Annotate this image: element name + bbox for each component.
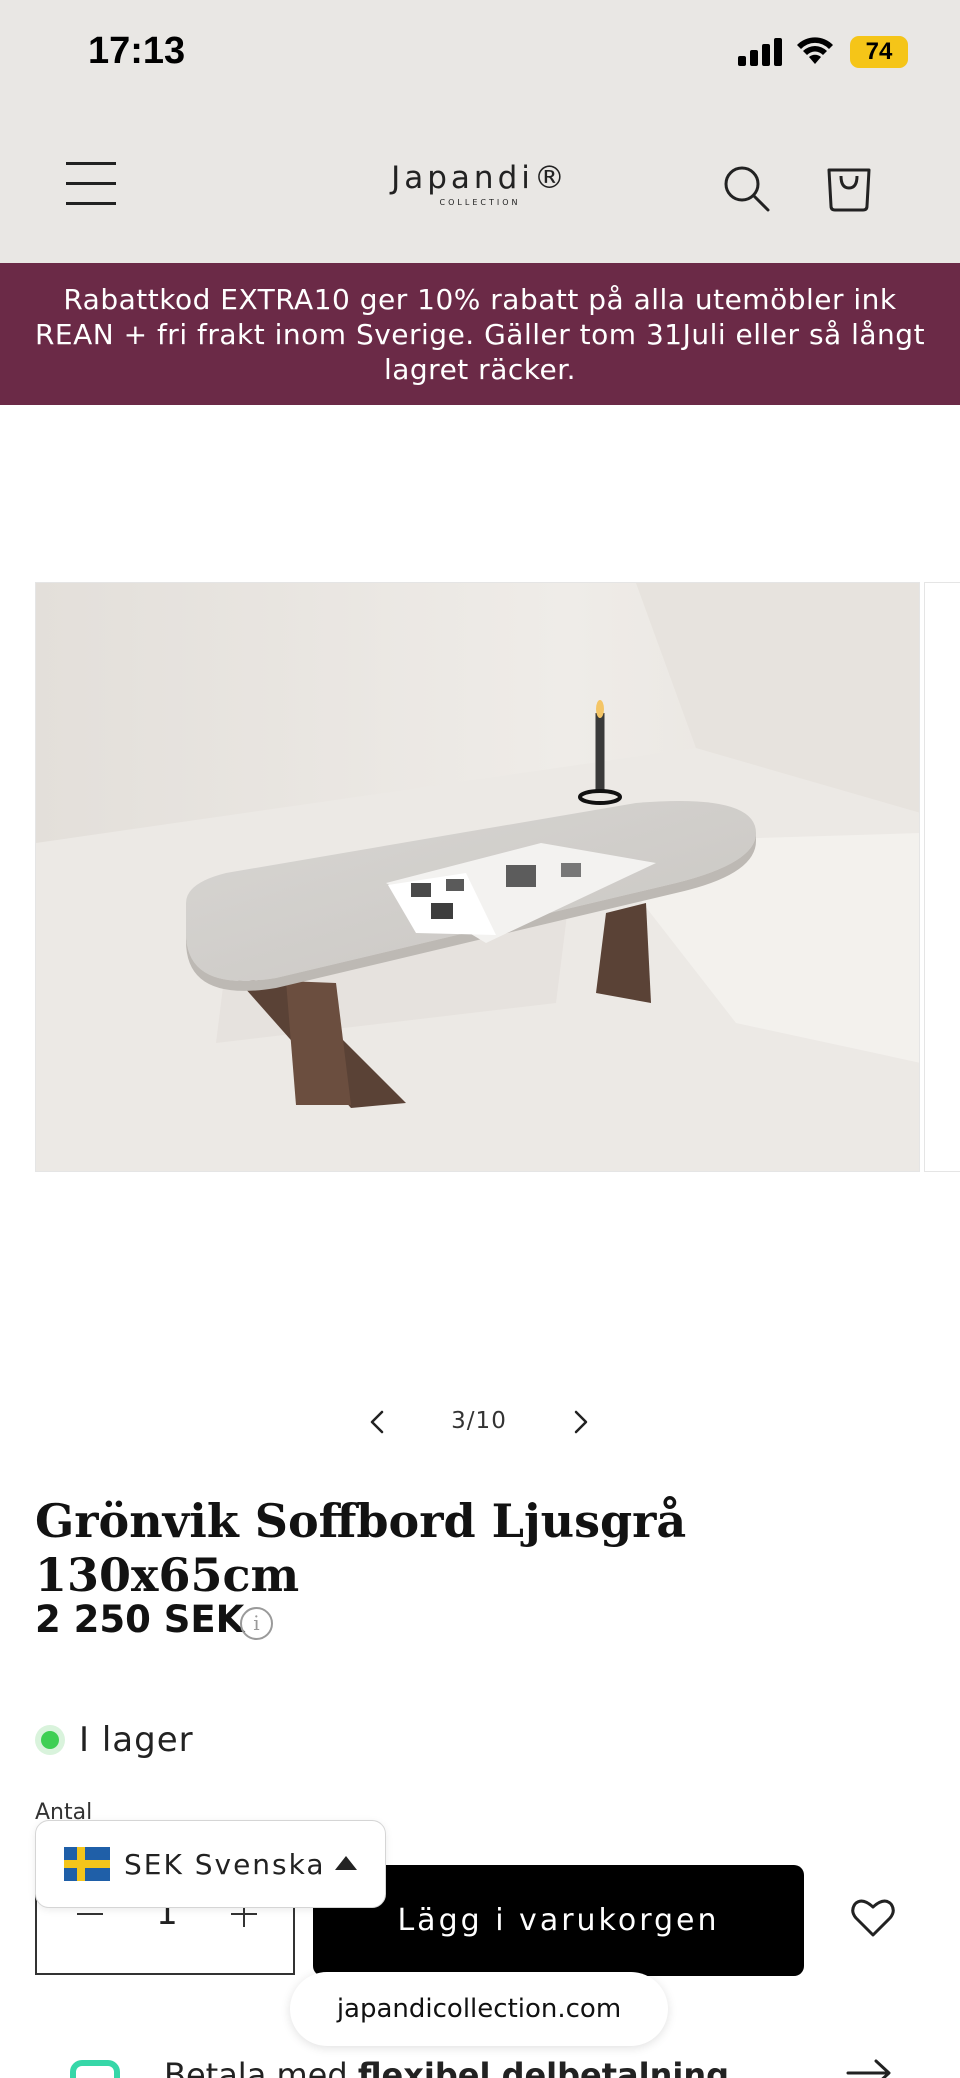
domain-text: japandicollection.com [336, 1994, 622, 2024]
logo-subtext: COLLECTION [439, 198, 521, 207]
product-title: Grönvik Soffbord Ljusgrå 130x65cm [35, 1494, 687, 1602]
payment-icon [70, 2060, 120, 2078]
sweden-flag-icon [64, 1847, 110, 1881]
chevron-left-icon[interactable] [364, 1408, 392, 1436]
coffee-table-photo [36, 583, 919, 1171]
browser-address-pill[interactable]: japandicollection.com [290, 1972, 668, 2046]
in-stock-dot-icon [35, 1725, 65, 1755]
slider-controls: 3/10 [0, 1400, 960, 1444]
currency-label: SEK Svenska [124, 1847, 326, 1881]
stock-status: I lager [35, 1720, 194, 1760]
product-price: 2 250 SEK [35, 1598, 245, 1641]
logo-text: Japandi® [391, 160, 569, 196]
announcement-text: Rabattkod EXTRA10 ger 10% rabatt på alla… [34, 282, 926, 386]
payment-option-row[interactable]: Betala med flexibel delbetalning [0, 2050, 960, 2078]
payment-text: Betala med flexibel delbetalning [164, 2056, 729, 2078]
payment-prefix: Betala med [164, 2056, 348, 2078]
add-to-cart-button[interactable]: Lägg i varukorgen [313, 1865, 804, 1976]
status-bar: 17:13 74 [0, 0, 960, 110]
site-header: Japandi® COLLECTION [0, 110, 960, 263]
chevron-right-icon[interactable] [566, 1408, 594, 1436]
product-image[interactable] [35, 582, 920, 1172]
product-page: 17:13 74 Japandi® COLLECTION Rabattkod E… [0, 0, 960, 2078]
minus-icon[interactable] [77, 1913, 103, 1915]
product-gallery[interactable] [0, 580, 960, 1174]
arrow-right-icon[interactable] [846, 2058, 892, 2078]
cart-bag-icon[interactable] [826, 162, 872, 212]
hamburger-menu-icon[interactable] [66, 162, 116, 208]
info-icon[interactable]: i [240, 1607, 273, 1640]
status-time: 17:13 [88, 30, 186, 72]
wifi-icon [797, 37, 833, 64]
quantity-label: Antal [35, 1800, 93, 1820]
heart-icon[interactable] [850, 1897, 896, 1939]
stock-label: I lager [79, 1720, 194, 1760]
signal-icon [738, 38, 782, 66]
announcement-bar: Rabattkod EXTRA10 ger 10% rabatt på alla… [0, 263, 960, 405]
site-logo[interactable]: Japandi® COLLECTION [380, 160, 580, 207]
slide-counter: 3/10 [451, 1408, 507, 1434]
battery-icon: 74 [850, 36, 908, 68]
currency-selector[interactable]: SEK Svenska [35, 1820, 386, 1908]
search-icon[interactable] [722, 164, 770, 212]
caret-up-icon [335, 1856, 357, 1870]
next-slide-preview[interactable] [924, 582, 960, 1172]
payment-bold: flexibel delbetalning [357, 2056, 730, 2078]
